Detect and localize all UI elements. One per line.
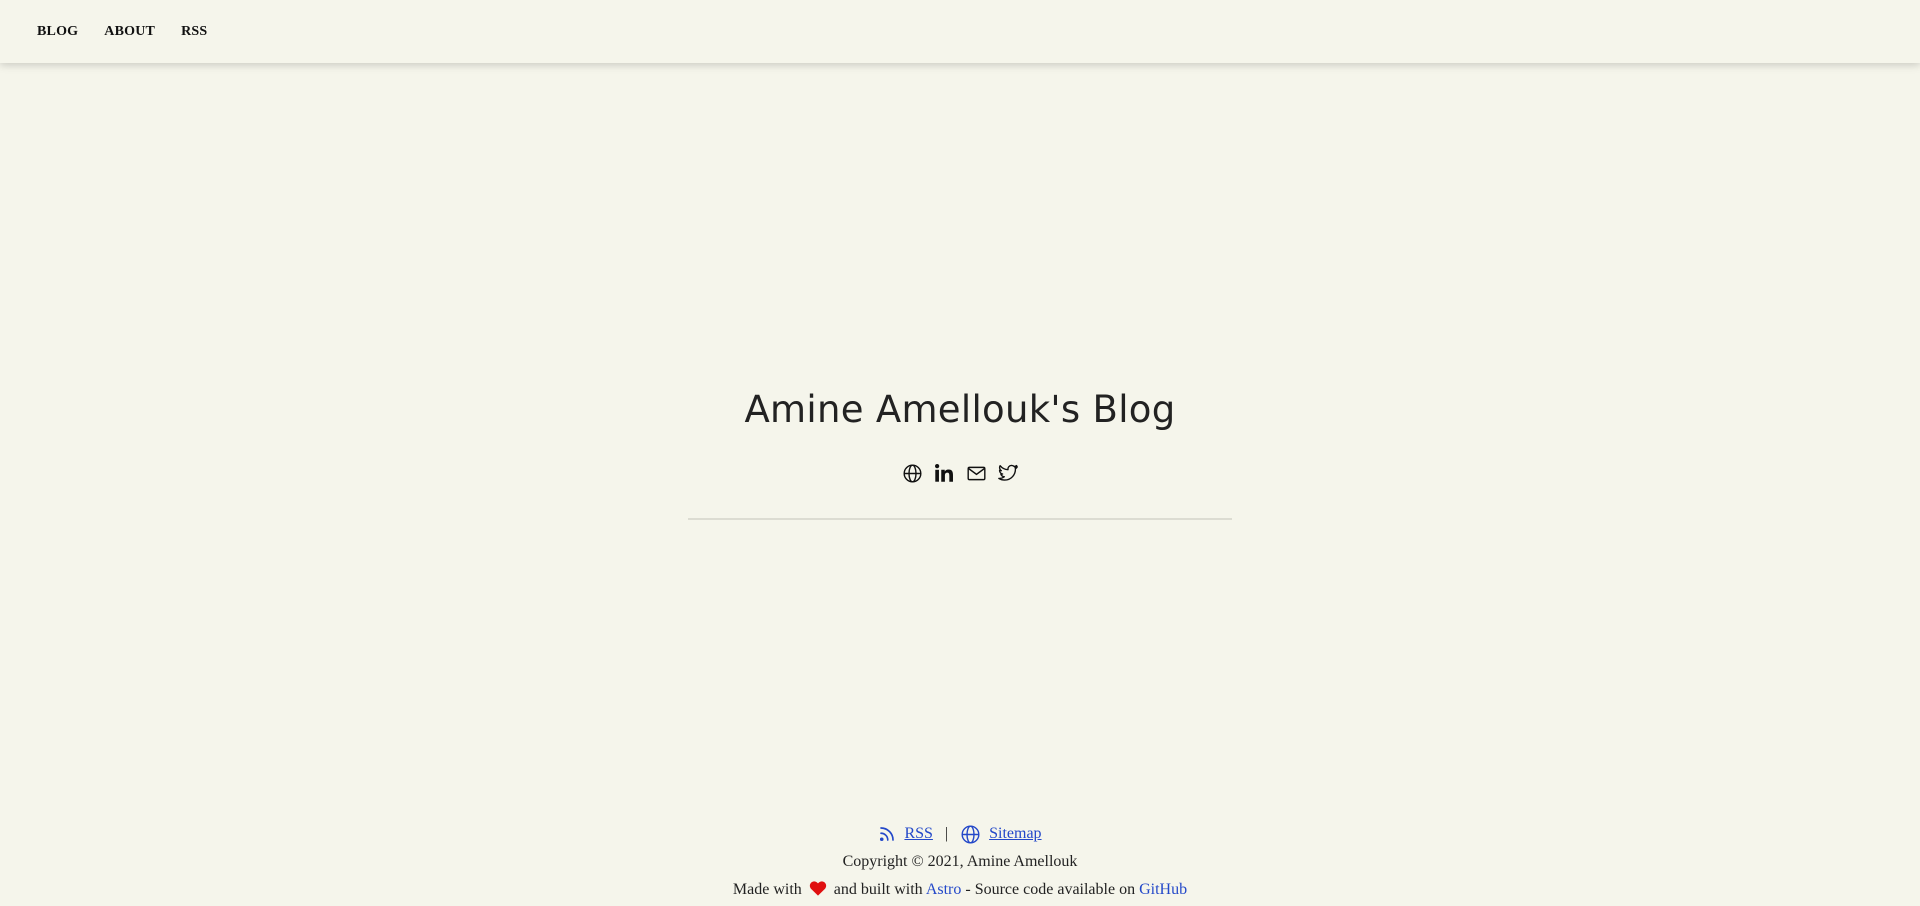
footer-separator: | xyxy=(944,825,949,842)
copyright-text: Copyright © 2021, Amine Amellouk xyxy=(842,853,1078,870)
linkedin-icon[interactable] xyxy=(933,462,955,484)
footer-links: RSS | Sitemap xyxy=(0,820,1920,848)
globe-icon[interactable] xyxy=(901,462,923,484)
footer-rss-link[interactable]: RSS xyxy=(904,820,932,848)
top-navigation: BLOG ABOUT RSS xyxy=(0,0,1920,63)
mail-icon[interactable] xyxy=(965,462,987,484)
github-link[interactable]: GitHub xyxy=(1139,881,1187,898)
footer: RSS | Sitemap Copyright © 2021, Amine Am… xyxy=(0,820,1920,906)
hero: Amine Amellouk's Blog xyxy=(0,380,1920,486)
nav-blog-link[interactable]: BLOG xyxy=(37,24,78,40)
nav-about-link[interactable]: ABOUT xyxy=(104,24,155,40)
made-with-line: Made with and built with Astro - Source … xyxy=(0,876,1920,906)
title-divider xyxy=(688,518,1232,520)
twitter-icon[interactable] xyxy=(997,462,1019,484)
made-with-text: Made with xyxy=(732,881,802,898)
source-code-text: - Source code available on xyxy=(965,881,1136,898)
astro-link[interactable]: Astro xyxy=(926,881,962,898)
nav-rss-link[interactable]: RSS xyxy=(181,24,207,40)
site-title: Amine Amellouk's Blog xyxy=(744,388,1176,431)
rss-icon xyxy=(878,825,896,843)
social-links xyxy=(0,460,1920,486)
heart-icon xyxy=(809,878,827,906)
footer-sitemap-link[interactable]: Sitemap xyxy=(989,820,1041,848)
sitemap-globe-icon xyxy=(960,824,981,845)
built-with-text: and built with xyxy=(833,881,923,898)
